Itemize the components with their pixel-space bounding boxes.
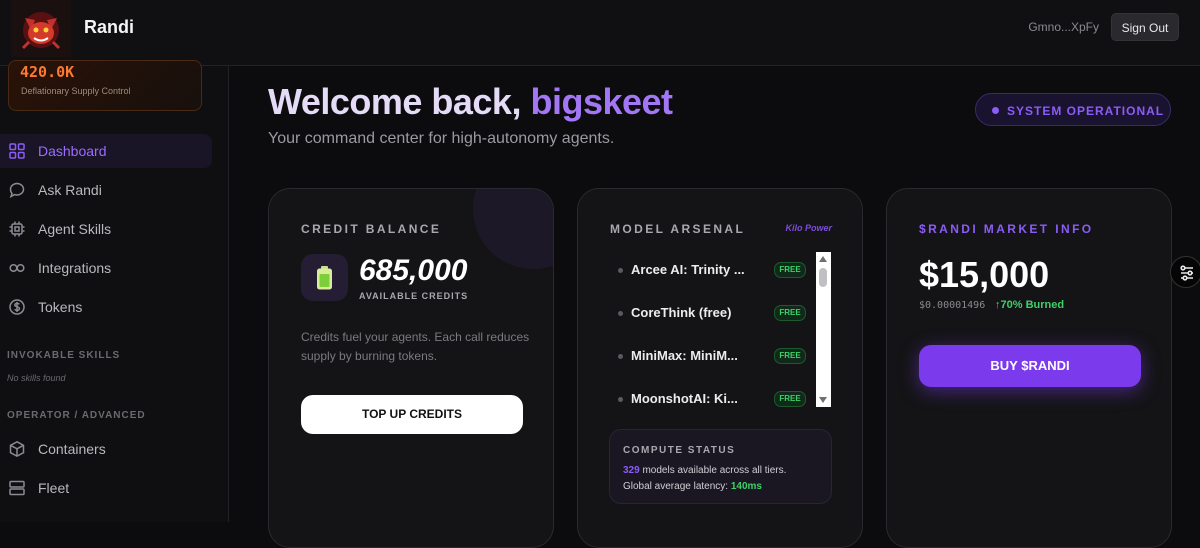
list-item[interactable]: CoreThink (free) FREE [610, 295, 818, 338]
card-title: CREDIT BALANCE [301, 222, 442, 236]
sidebar-item-ask-randi[interactable]: Ask Randi [0, 173, 212, 207]
burned-percentage: ↑70% Burned [995, 299, 1065, 311]
username: bigskeet [530, 81, 673, 122]
model-name: Arcee AI: Trinity ... [631, 262, 745, 277]
model-name: CoreThink (free) [631, 305, 732, 320]
kilo-power-badge: Kilo Power [785, 223, 832, 233]
battery-icon [301, 254, 348, 301]
no-skills-text: No skills found [7, 373, 66, 383]
sign-out-button[interactable]: Sign Out [1111, 13, 1179, 41]
latency-text: Global average latency: 140ms [623, 481, 762, 492]
compute-status-title: COMPUTE STATUS [623, 445, 736, 456]
scroll-down-icon[interactable] [819, 397, 827, 403]
credit-value: 685,000 [359, 254, 468, 287]
sidebar-item-label: Fleet [38, 480, 70, 496]
server-icon [9, 480, 25, 496]
free-badge: FREE [774, 391, 806, 407]
sidebar-item-label: Agent Skills [38, 221, 112, 237]
sidebar-item-containers[interactable]: Containers [0, 432, 212, 466]
invokable-skills-heading: INVOKABLE SKILLS [7, 350, 121, 361]
market-info-card: $RANDI MARKET INFO $15,000 $0.00001496 ↑… [886, 188, 1172, 548]
sidebar-item-integrations[interactable]: Integrations [0, 251, 212, 285]
list-item[interactable]: MiniMax: MiniM... FREE [610, 338, 818, 381]
sidebar-item-agent-skills[interactable]: Agent Skills [0, 212, 212, 246]
sidebar-item-dashboard[interactable]: Dashboard [0, 134, 212, 168]
credit-label: AVAILABLE CREDITS [359, 291, 469, 301]
main-content: Welcome back, bigskeet Your command cent… [230, 66, 1200, 548]
sidebar-item-label: Containers [38, 441, 106, 457]
scroll-up-icon[interactable] [819, 256, 827, 262]
model-arsenal-card: MODEL ARSENAL Kilo Power Arcee AI: Trini… [577, 188, 863, 548]
sidebar-item-label: Dashboard [38, 143, 107, 159]
operator-heading: OPERATOR / ADVANCED [7, 410, 146, 421]
scroll-thumb[interactable] [819, 268, 827, 287]
credit-description: Credits fuel your agents. Each call redu… [301, 330, 530, 363]
sliders-icon[interactable] [1170, 256, 1200, 288]
sidebar: 420.0K Deflationary Supply Control Dashb… [0, 60, 229, 522]
free-badge: FREE [774, 262, 806, 278]
status-text: SYSTEM OPERATIONAL [1007, 104, 1165, 118]
sidebar-item-label: Tokens [38, 299, 83, 315]
wallet-address[interactable]: Gmno...XpFy [1028, 20, 1099, 34]
sidebar-item-tokens[interactable]: Tokens [0, 290, 212, 324]
supply-value: 420.0K [20, 63, 75, 81]
dollar-icon [9, 299, 25, 315]
supply-label: Deflationary Supply Control [21, 86, 131, 96]
grid-icon [9, 143, 25, 159]
model-name: MiniMax: MiniM... [631, 348, 738, 363]
app-name: Randi [84, 17, 135, 37]
welcome-subtitle: Your command center for high-autonomy ag… [268, 130, 615, 147]
top-bar: Randi Gmno...XpFy Sign Out [0, 0, 1200, 66]
box-icon [9, 440, 25, 458]
supply-card: 420.0K Deflationary Supply Control [8, 60, 202, 111]
token-price: $15,000 [919, 254, 1050, 295]
chat-icon [9, 182, 25, 199]
model-list-scrollbar[interactable] [816, 252, 831, 407]
list-item[interactable]: MoonshotAI: Ki... FREE [610, 381, 818, 424]
model-name: MoonshotAI: Ki... [631, 391, 738, 406]
model-list[interactable]: Arcee AI: Trinity ... FREE CoreThink (fr… [610, 252, 832, 407]
free-badge: FREE [774, 348, 806, 364]
sidebar-item-fleet[interactable]: Fleet [0, 471, 212, 505]
token-subprice: $0.00001496 [919, 300, 986, 311]
top-up-credits-button[interactable]: TOP UP CREDITS [301, 395, 523, 434]
card-title: MODEL ARSENAL [610, 222, 746, 236]
compute-status-panel: COMPUTE STATUS 329 models available acro… [609, 429, 832, 504]
buy-randi-button[interactable]: BUY $RANDI [919, 345, 1141, 387]
app-logo[interactable] [11, 0, 71, 57]
list-item[interactable]: Arcee AI: Trinity ... FREE [610, 252, 818, 295]
system-status-badge: SYSTEM OPERATIONAL [975, 93, 1171, 126]
welcome-heading: Welcome back, bigskeet [268, 81, 673, 122]
status-dot [992, 107, 999, 114]
chip-icon [9, 221, 25, 237]
credit-balance-card: CREDIT BALANCE 685,000 AVAILABLE CREDITS… [268, 188, 554, 548]
sidebar-item-label: Integrations [38, 260, 112, 276]
card-title: $RANDI MARKET INFO [919, 222, 1094, 236]
sidebar-item-label: Ask Randi [38, 182, 102, 198]
free-badge: FREE [774, 305, 806, 321]
models-available-text: 329 models available across all tiers. [623, 465, 787, 476]
link-icon [9, 263, 25, 273]
